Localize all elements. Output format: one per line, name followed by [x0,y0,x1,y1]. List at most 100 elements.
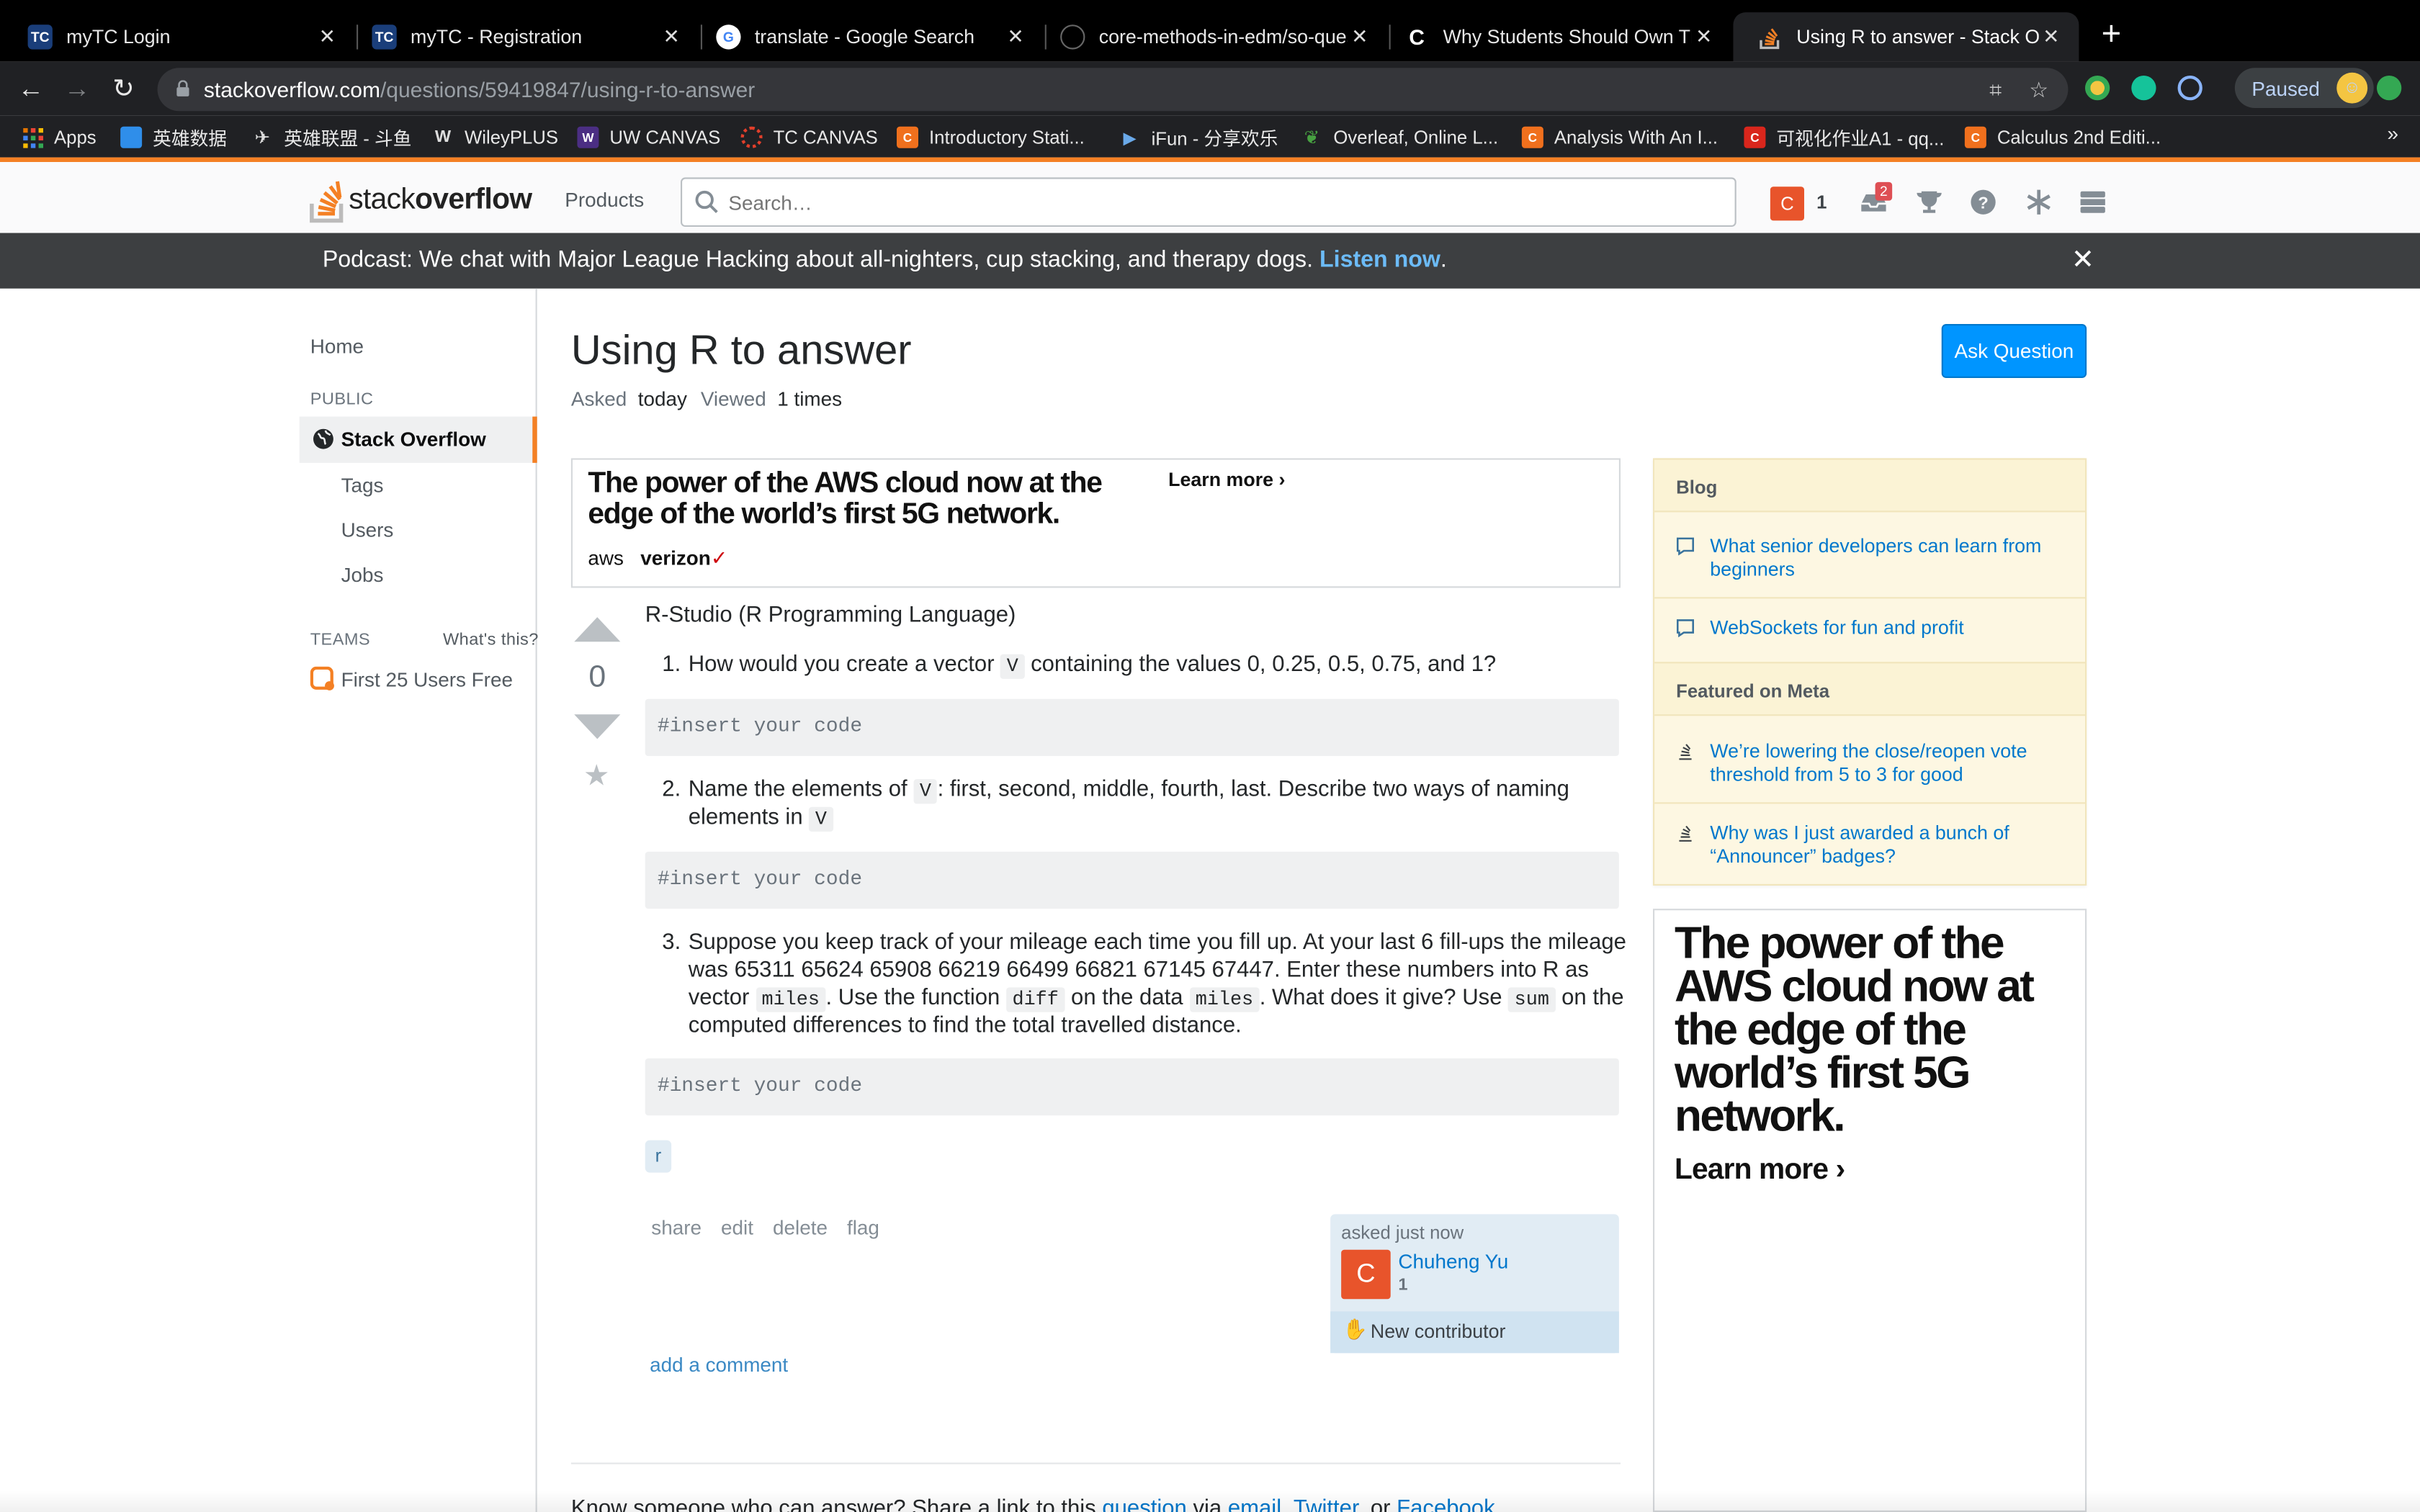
bookmark-item[interactable]: C Analysis With An I... [1521,122,1718,153]
extension-icon[interactable] [2085,76,2110,101]
nav-jobs[interactable]: Jobs [341,563,384,586]
nav-stackoverflow-label: Stack Overflow [341,427,486,451]
bookmark-item[interactable]: ▶ iFun - 分享欢乐 [1119,122,1278,153]
share-question-link[interactable]: question [1102,1497,1186,1512]
ask-question-button[interactable]: Ask Question [1941,324,2087,378]
add-comment-link[interactable]: add a comment [650,1353,788,1376]
bookmark-item[interactable]: TC CANVAS [740,122,878,153]
wiley-icon: W [434,127,452,147]
achievements-trophy-icon[interactable] [1912,185,1946,219]
bookmark-apps[interactable]: Apps [22,122,97,153]
address-bar[interactable]: stackoverflow.com/questions/59419847/usi… [157,68,2069,112]
avatar[interactable]: C [1341,1249,1391,1300]
blog-item[interactable]: WebSockets for fun and profit [1676,617,2062,640]
tab-title: myTC Login [66,26,171,48]
flag-link[interactable]: flag [847,1216,879,1239]
forward-arrow-icon[interactable]: → [58,71,95,108]
blog-item[interactable]: What senior developers can learn from be… [1676,536,2062,582]
share-prompt: Know someone who can answer? Share a lin… [571,1497,1495,1512]
browser-tab-strip: TC myTC Login ✕ TC myTC - Registration ✕… [0,0,2420,62]
bookmark-item[interactable]: W UW CANVAS [577,122,720,153]
stackoverflow-icon [1758,24,1783,50]
code-block[interactable]: #insert your code [645,851,1619,909]
share-facebook-link[interactable]: Facebook [1397,1497,1494,1512]
podcast-banner: Podcast: We chat with Major League Hacki… [0,233,2420,289]
ad-learn-more[interactable]: Learn more › [1675,1154,1845,1188]
code-block[interactable]: #insert your code [645,1058,1619,1116]
question-item-3-line-1: Suppose you keep track of your mileage e… [688,930,1626,955]
meta-item[interactable]: We’re lowering the close/reopen vote thr… [1676,741,2062,787]
nav-users[interactable]: Users [341,518,394,541]
back-arrow-icon[interactable]: ← [12,71,49,108]
nav-home[interactable]: Home [310,335,364,358]
new-contributor-badge[interactable]: ✋ New contributor [1330,1311,1619,1354]
ad-learn-more[interactable]: Learn more › [1168,469,1285,490]
close-icon[interactable]: ✕ [1003,24,1028,49]
close-icon[interactable]: ✕ [315,24,339,49]
search-input[interactable] [728,188,1716,216]
bookmark-item[interactable]: 英雄数据 [120,122,227,153]
browser-tab[interactable]: core-methods-in-edm/so-ques ✕ [1036,12,1388,62]
upvote-arrow-icon[interactable] [574,614,621,642]
translate-icon[interactable]: ⌗ [1981,77,2009,102]
question-title[interactable]: Using R to answer [571,327,912,374]
stackoverflow-logo[interactable]: stackoverflow [309,177,532,223]
tag-r[interactable]: r [645,1140,672,1173]
grammarly-icon[interactable] [2131,76,2156,101]
share-link[interactable]: share [651,1216,702,1239]
favorite-star-icon[interactable]: ★ [583,759,610,794]
share-email-link[interactable]: email [1228,1497,1281,1512]
search-box[interactable] [681,177,1736,227]
stack-exchange-icon[interactable] [2076,185,2110,219]
c-icon: C [1744,126,1766,148]
meta-item[interactable]: Why was I just awarded a bunch of “Annou… [1676,822,2062,868]
close-icon[interactable]: ✕ [1692,24,1716,49]
asked-time: asked just now [1341,1222,1464,1244]
close-icon[interactable]: ✕ [2071,244,2094,276]
react-devtools-icon[interactable] [2177,76,2202,101]
delete-link[interactable]: delete [773,1216,828,1239]
bookmark-item[interactable]: ✈ 英雄联盟 - 斗鱼 [251,122,412,153]
share-twitter-link[interactable]: Twitter [1294,1497,1358,1512]
teams-free-link[interactable]: First 25 Users Free [341,668,513,691]
close-icon[interactable]: ✕ [1348,24,1372,49]
tab-title: translate - Google Search [754,26,975,48]
inline-code: miles [1189,987,1260,1012]
help-icon[interactable]: ? [1966,185,2000,219]
code-block[interactable]: #insert your code [645,698,1619,756]
whats-this-link[interactable]: What's this? [443,631,539,649]
aws-ad-sidebar[interactable]: The power of the AWS cloud now at the ed… [1653,909,2087,1512]
divider [1654,597,2085,599]
bookmark-item[interactable]: C Introductory Stati... [897,122,1085,153]
bookmarks-overflow-button[interactable]: » [2387,122,2398,145]
listen-now-link[interactable]: Listen now [1319,247,1440,273]
profile-paused-button[interactable]: Paused ☺ [2234,68,2374,108]
new-tab-button[interactable]: + [2096,16,2127,50]
close-icon[interactable]: ✕ [659,24,684,49]
bookmark-item[interactable]: C Calculus 2nd Editi... [1964,122,2161,153]
site-switcher-icon[interactable] [2022,185,2056,219]
bookmark-item[interactable]: W WileyPLUS [432,122,558,153]
browser-toolbar: ← → ↻ stackoverflow.com/questions/594198… [0,61,2420,116]
reload-icon[interactable]: ↻ [105,71,142,108]
browser-tab[interactable]: TC myTC Login ✕ [3,12,355,62]
products-menu[interactable]: Products [565,188,644,211]
inline-code: miles [755,987,826,1012]
bookmark-item[interactable]: ❦ Overleaf, Online L... [1301,122,1498,153]
browser-tab[interactable]: C Why Students Should Own The ✕ [1380,12,1732,62]
update-icon[interactable] [2377,76,2402,101]
question-item-3-line-4: computed differences to find the total t… [688,1013,1242,1039]
browser-tab-active[interactable]: Using R to answer - Stack Ove ✕ [1733,12,2079,62]
nav-tags[interactable]: Tags [341,474,384,497]
downvote-arrow-icon[interactable] [574,714,621,742]
bookmark-item[interactable]: C 可视化作业A1 - qq... [1744,122,1944,153]
user-avatar[interactable]: C [1770,186,1804,221]
edit-link[interactable]: edit [721,1216,753,1239]
close-icon[interactable]: ✕ [2039,24,2063,49]
browser-tab[interactable]: TC myTC - Registration ✕ [347,12,699,62]
aws-ad-banner[interactable]: The power of the AWS cloud now at the ed… [570,458,1621,588]
ad-headline: The power of the AWS cloud now at the ed… [1675,919,2035,1142]
bookmark-star-icon[interactable]: ☆ [2025,77,2053,102]
browser-tab[interactable]: G translate - Google Search ✕ [691,12,1044,62]
author-name-link[interactable]: Chuheng Yu [1398,1250,1508,1273]
